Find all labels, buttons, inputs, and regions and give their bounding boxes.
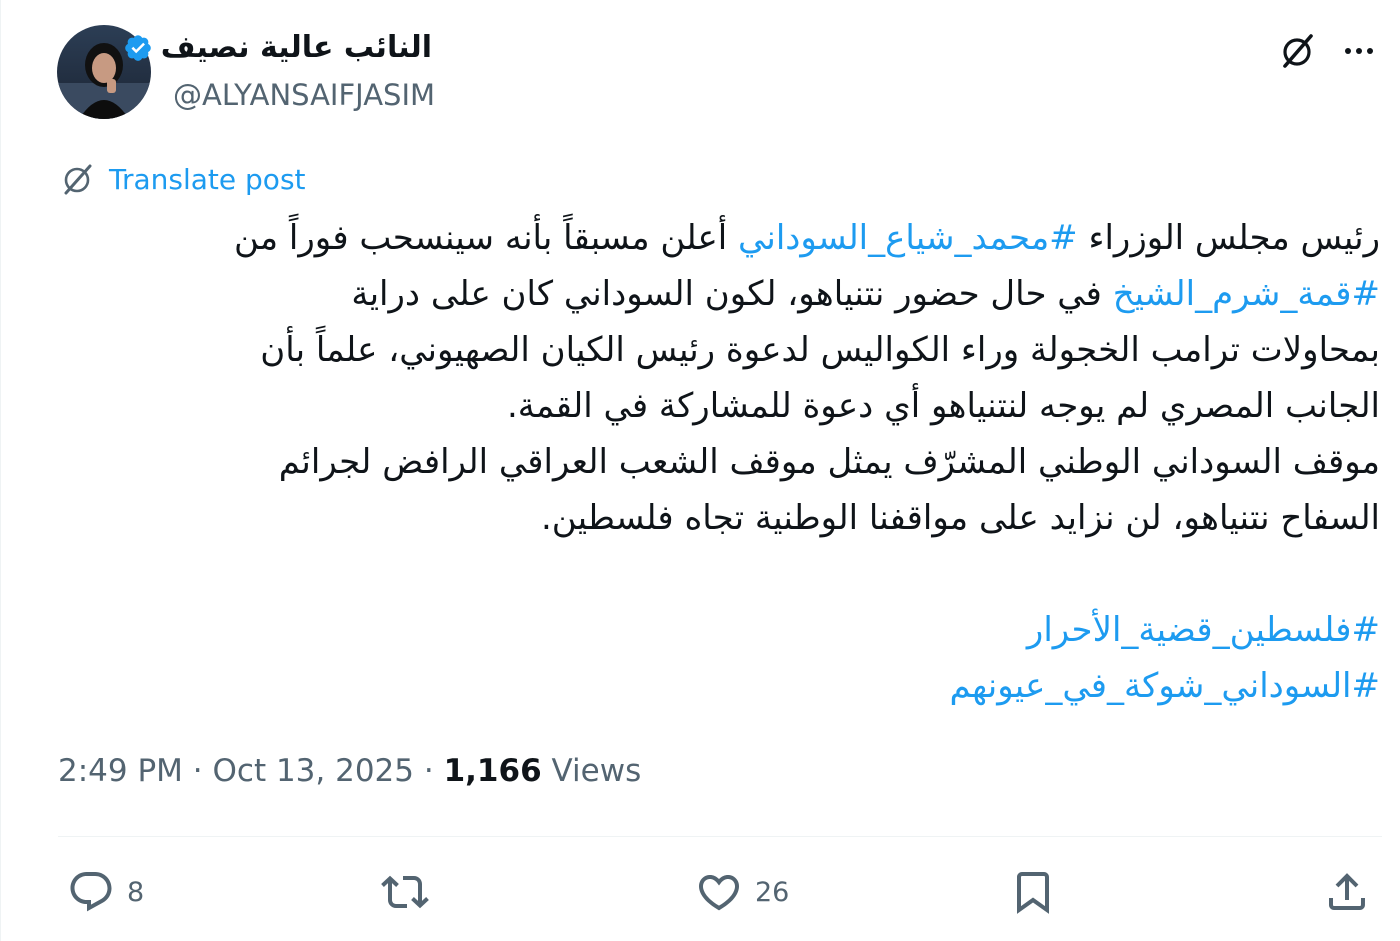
post-text-line: رئيس مجلس الوزراء #محمد_شياع_السوداني أع…	[90, 210, 1380, 266]
post-text-segment: رئيس مجلس الوزراء	[1077, 218, 1380, 258]
like-count: 26	[755, 876, 790, 908]
post-text-segment: الجانب المصري لم يوجه لنتنياهو أي دعوة ل…	[506, 386, 1380, 426]
post-text-blank-line	[90, 546, 1380, 602]
more-dot	[1345, 48, 1351, 54]
post-text-segment: أعلن مسبقاً بأنه سينسحب فوراً من	[233, 218, 739, 258]
post-text-segment: بمحاولات ترامب الخجولة وراء الكواليس لدع…	[260, 330, 1380, 370]
bookmark-button[interactable]	[1009, 866, 1057, 918]
author-display-name[interactable]: النائب عالية نصيف	[161, 30, 432, 65]
post-text: رئيس مجلس الوزراء #محمد_شياع_السوداني أع…	[90, 210, 1380, 714]
post-date[interactable]: Oct 13, 2025	[213, 753, 415, 789]
meta-separator: ·	[192, 753, 213, 789]
bookmark-icon	[1017, 872, 1049, 914]
post-text-line: السفاح نتنياهو، لن نزايد على مواقفنا الو…	[90, 490, 1380, 546]
share-icon	[1329, 873, 1365, 910]
hashtag-link[interactable]: #محمد_شياع_السوداني	[738, 218, 1078, 258]
post-text-line: موقف السوداني الوطني المشرّف يمثل موقف ا…	[90, 434, 1380, 490]
post-text-segment: في حال حضور نتنياهو، لكون السوداني كان ع…	[351, 274, 1113, 314]
hashtag-link[interactable]: #السوداني_شوكة_في_عيونهم	[949, 666, 1380, 706]
author-name[interactable]: النائب عالية نصيف	[123, 30, 432, 65]
post-meta: 2:49 PM · Oct 13, 2025 · 1,166 Views	[58, 753, 641, 789]
meta-separator: ·	[423, 753, 444, 789]
post-text-line: الجانب المصري لم يوجه لنتنياهو أي دعوة ل…	[90, 378, 1380, 434]
reply-count: 8	[127, 876, 145, 908]
heart-icon	[698, 875, 740, 911]
views-count: 1,166	[443, 753, 542, 789]
reply-button[interactable]: 8	[67, 866, 144, 918]
post-text-segment: موقف السوداني الوطني المشرّف يمثل موقف ا…	[278, 442, 1380, 482]
views-label: Views	[551, 753, 642, 789]
hashtag-link[interactable]: #فلسطين_قضية_الأحرار	[1027, 610, 1380, 650]
grok-icon[interactable]	[1277, 30, 1319, 72]
post-text-line: #فلسطين_قضية_الأحرار	[90, 602, 1380, 658]
post-text-line: #قمة_شرم_الشيخ في حال حضور نتنياهو، لكون…	[90, 266, 1380, 322]
more-options-icon[interactable]	[1339, 36, 1379, 66]
reply-icon	[70, 872, 112, 912]
repost-button[interactable]	[381, 866, 441, 918]
share-button[interactable]	[1323, 866, 1371, 918]
repost-icon	[381, 875, 429, 909]
more-dot	[1367, 48, 1373, 54]
like-button[interactable]: 26	[695, 866, 789, 918]
post-time[interactable]: 2:49 PM	[58, 753, 183, 789]
post-text-line: بمحاولات ترامب الخجولة وراء الكواليس لدع…	[90, 322, 1380, 378]
post-text-line: #السوداني_شوكة_في_عيونهم	[90, 658, 1380, 714]
post-card: النائب عالية نصيف @ALYANSAIFJASIM Transl…	[0, 0, 1400, 941]
author-handle[interactable]: @ALYANSAIFJASIM	[173, 78, 435, 112]
verified-badge-icon	[124, 34, 151, 61]
translate-post-link[interactable]: Translate post	[59, 160, 306, 198]
hashtag-link[interactable]: #قمة_شرم_الشيخ	[1113, 274, 1380, 314]
more-dot	[1356, 48, 1362, 54]
translate-label[interactable]: Translate post	[109, 163, 306, 196]
post-text-segment: السفاح نتنياهو، لن نزايد على مواقفنا الو…	[540, 498, 1380, 538]
translate-icon	[64, 164, 92, 195]
divider	[58, 836, 1382, 837]
